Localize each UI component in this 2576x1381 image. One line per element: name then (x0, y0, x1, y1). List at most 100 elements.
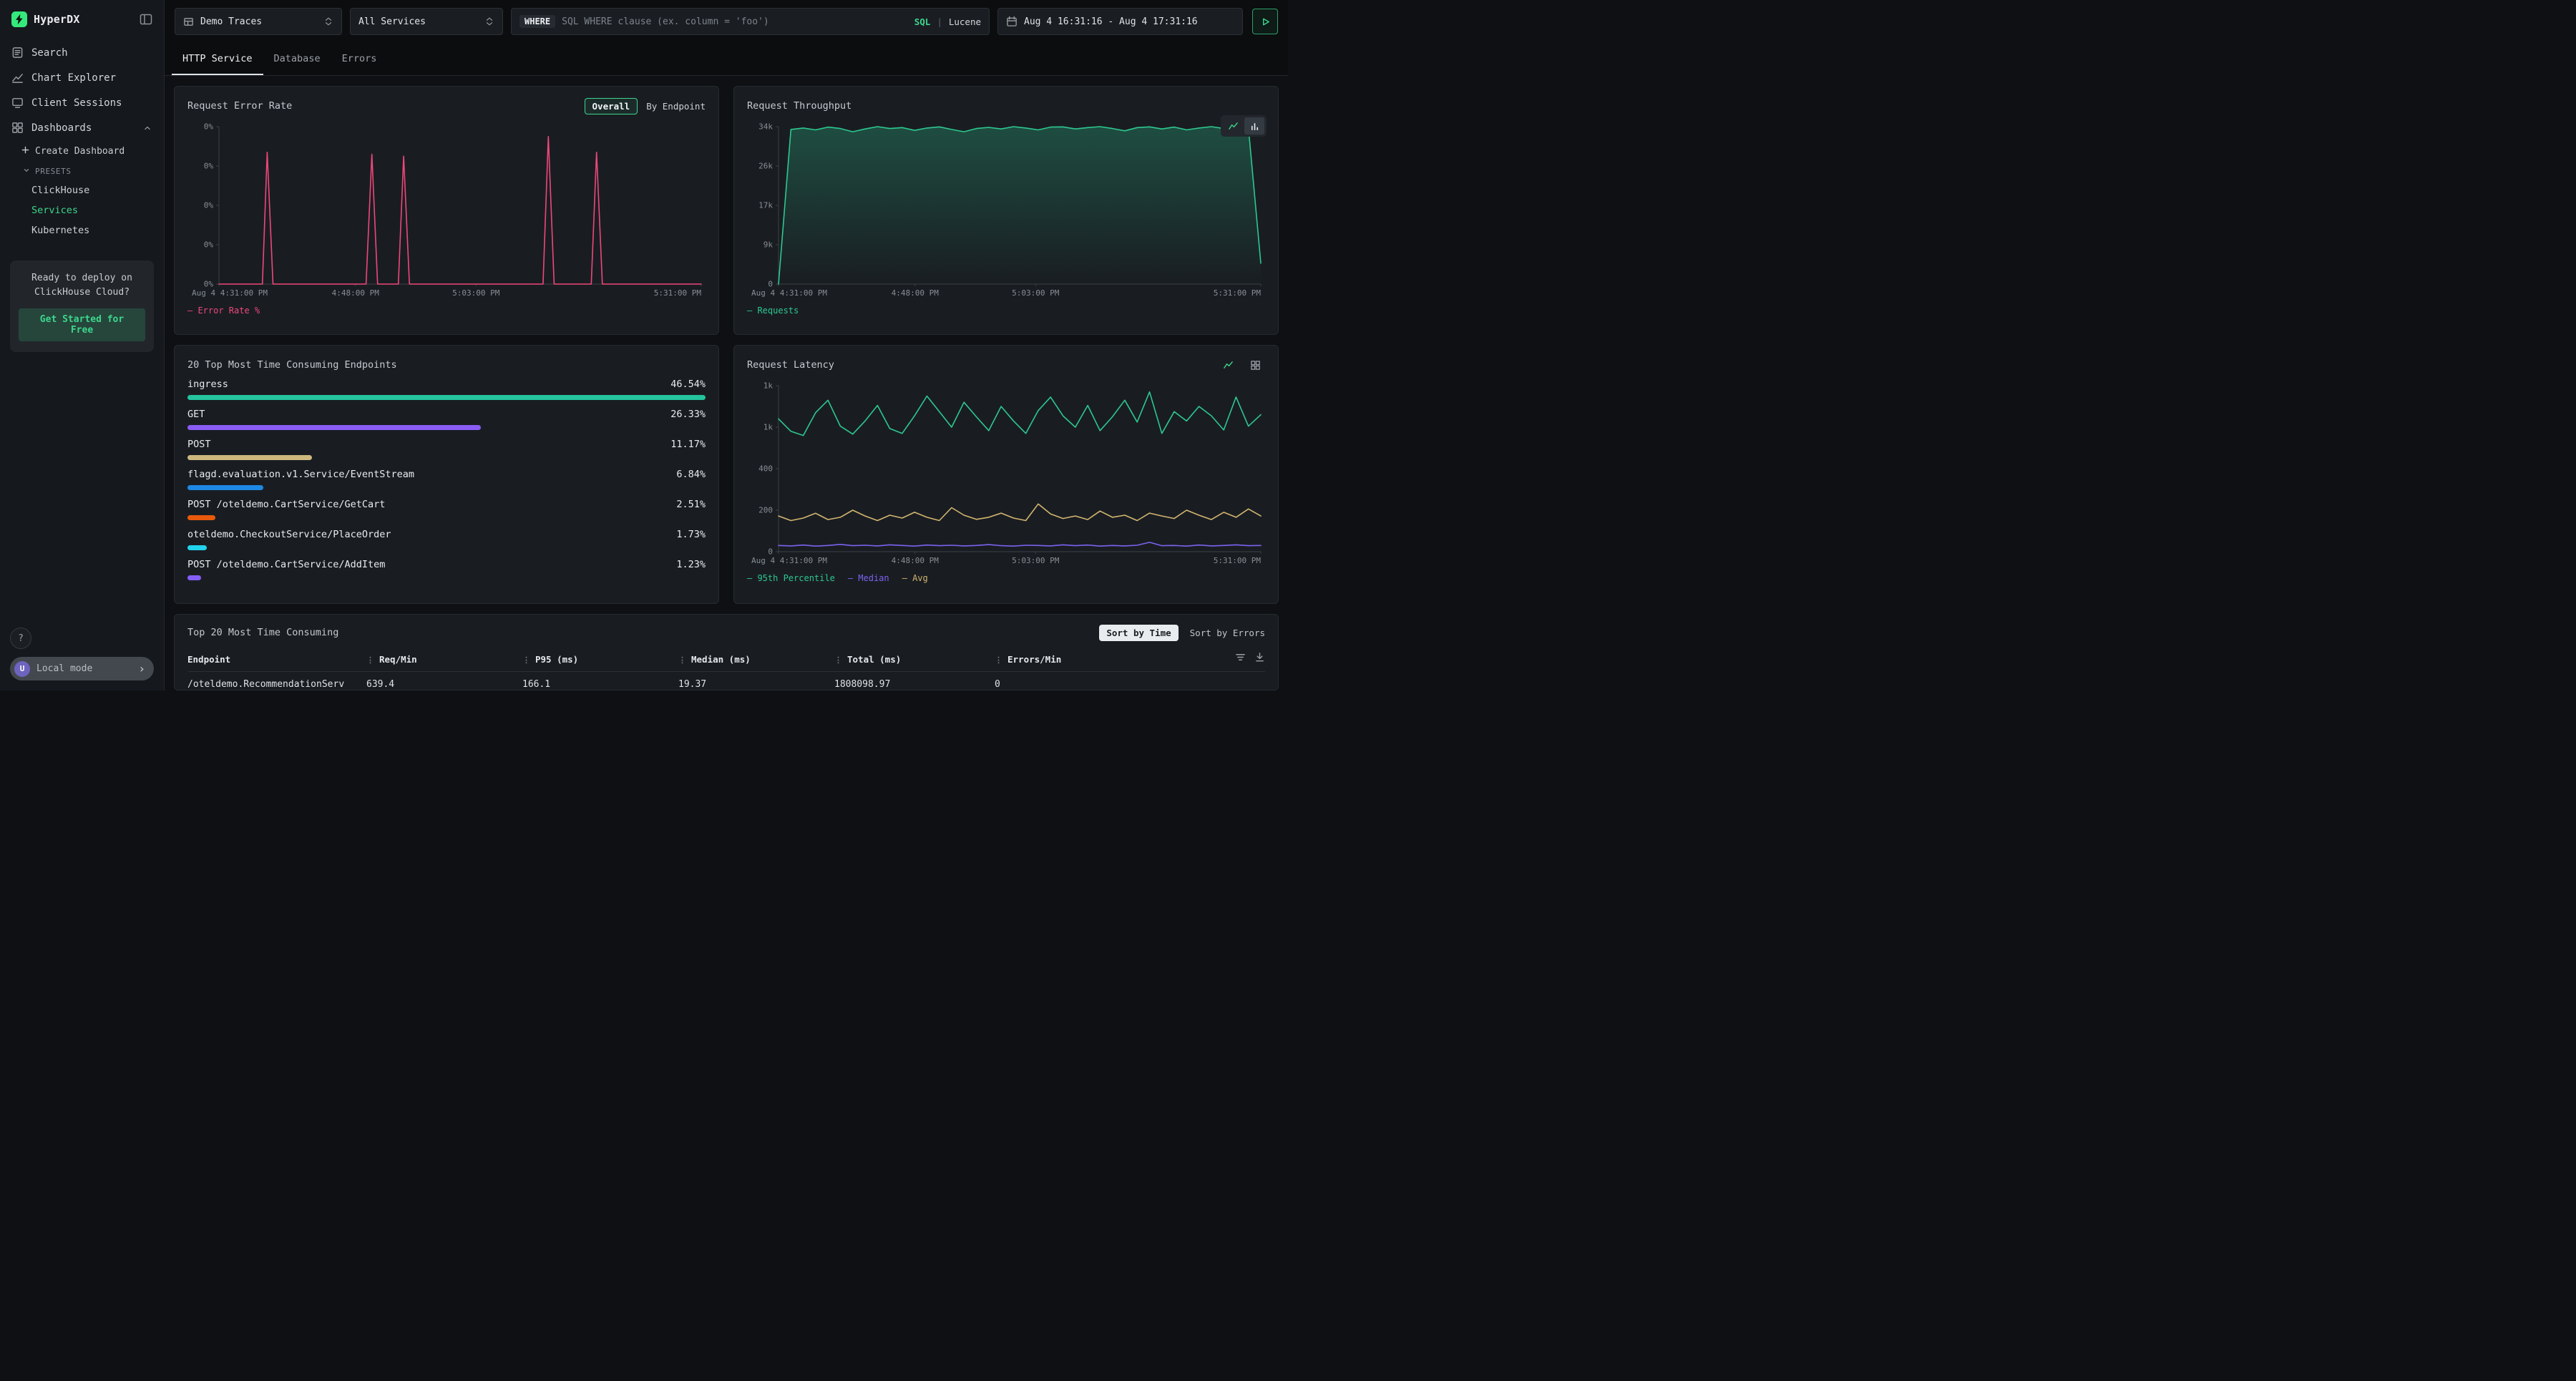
legend-item: — Avg (902, 573, 928, 583)
tab-http-service[interactable]: HTTP Service (172, 43, 263, 75)
endpoint-bar (187, 575, 201, 580)
column-drag-icon: ⋮ (995, 655, 1002, 665)
endpoint-percent: 46.54% (670, 379, 706, 390)
by-endpoint-toggle[interactable]: By Endpoint (646, 101, 706, 112)
chevron-up-icon (142, 123, 152, 133)
svg-text:400: 400 (758, 464, 773, 474)
svg-text:5:31:00 PM: 5:31:00 PM (654, 288, 702, 298)
table-column-header[interactable]: ⋮P95 (ms) (522, 648, 678, 672)
legend-item: — Median (848, 573, 889, 583)
source-select[interactable]: Demo Traces (175, 8, 342, 35)
filter-icon[interactable] (1235, 652, 1246, 665)
bar-chart-icon[interactable] (1244, 117, 1264, 135)
sidebar-item-clickhouse[interactable]: ClickHouse (0, 180, 164, 200)
endpoint-bar-item[interactable]: POST /oteldemo.CartService/AddItem1.23% (187, 559, 706, 580)
nav-label: Chart Explorer (31, 72, 116, 84)
table-column-header[interactable]: ⋮Errors/Min (995, 648, 1265, 672)
clickhouse-cloud-promo: Ready to deploy on ClickHouse Cloud? Get… (10, 260, 154, 352)
run-query-button[interactable] (1252, 9, 1278, 34)
table-column-header[interactable]: Endpoint (187, 648, 366, 672)
throughput-legend: — Requests (747, 306, 1265, 316)
heatmap-chart-icon[interactable] (1245, 356, 1265, 374)
help-button[interactable]: ? (10, 628, 31, 649)
sidebar-item-services[interactable]: Services (0, 200, 164, 220)
chevron-down-icon (23, 167, 30, 176)
time-range-value: Aug 4 16:31:16 - Aug 4 17:31:16 (1024, 16, 1198, 27)
svg-text:4:48:00 PM: 4:48:00 PM (892, 288, 940, 298)
table-cell: 1808098.97 (834, 672, 995, 691)
table-cell: 639.4 (366, 672, 522, 691)
table-cell: 0 (995, 672, 1265, 691)
sql-mode-toggle[interactable]: SQL (914, 16, 931, 27)
sidebar-nav: Search Chart Explorer Client Sessions Da… (0, 40, 164, 240)
overall-toggle[interactable]: Overall (585, 98, 638, 114)
endpoint-bars: ingress 46.54% GET26.33% POST11.17% flagd.ev… (187, 379, 706, 580)
hyperdx-logo[interactable]: HyperDX (11, 11, 80, 27)
svg-text:0%: 0% (204, 240, 214, 250)
endpoint-table-body: /oteldemo.RecommendationServ639.4166.119… (187, 672, 1265, 691)
sort-by-errors-button[interactable]: Sort by Errors (1190, 628, 1265, 638)
line-chart-icon[interactable] (1223, 117, 1243, 135)
table-row[interactable]: /oteldemo.RecommendationServ639.4166.119… (187, 672, 1265, 691)
presets-toggle[interactable]: PRESETS (0, 162, 164, 180)
select-chevrons-icon (323, 16, 333, 27)
get-started-button[interactable]: Get Started for Free (19, 308, 145, 341)
svg-text:5:03:00 PM: 5:03:00 PM (452, 288, 500, 298)
tab-database[interactable]: Database (263, 43, 331, 75)
line-chart-icon[interactable] (1218, 356, 1238, 374)
table-tools (1235, 652, 1265, 665)
endpoint-bar-item[interactable]: GET26.33% (187, 409, 706, 430)
sidebar-item-dashboards[interactable]: Dashboards (0, 115, 164, 140)
table-icon (183, 16, 194, 27)
local-mode-button[interactable]: U Local mode › (10, 657, 154, 680)
search-input[interactable] (562, 16, 908, 27)
table-column-header[interactable]: ⋮Req/Min (366, 648, 522, 672)
endpoint-label: ingress (187, 379, 228, 390)
svg-text:1k: 1k (763, 423, 774, 432)
sidebar-collapse-icon[interactable] (140, 13, 152, 26)
endpoint-bar-item[interactable]: oteldemo.CheckoutService/PlaceOrder1.73% (187, 529, 706, 550)
endpoint-percent: 1.73% (676, 529, 706, 540)
card-title: Request Error Rate (187, 100, 292, 112)
sidebar-item-chart-explorer[interactable]: Chart Explorer (0, 65, 164, 90)
where-search-control[interactable]: WHERE SQL | Lucene (511, 8, 990, 35)
calendar-icon (1006, 16, 1018, 27)
endpoint-bar (187, 455, 312, 460)
svg-text:5:31:00 PM: 5:31:00 PM (1214, 556, 1262, 565)
svg-text:5:31:00 PM: 5:31:00 PM (1214, 288, 1262, 298)
sidebar-item-kubernetes[interactable]: Kubernetes (0, 220, 164, 240)
client-sessions-icon (11, 97, 24, 109)
sidebar-item-search[interactable]: Search (0, 40, 164, 65)
svg-text:9k: 9k (763, 240, 774, 250)
table-column-header[interactable]: ⋮Median (ms) (678, 648, 834, 672)
table-cell: /oteldemo.RecommendationServ (187, 672, 366, 691)
card-title: 20 Top Most Time Consuming Endpoints (187, 359, 397, 371)
svg-text:5:03:00 PM: 5:03:00 PM (1012, 288, 1060, 298)
endpoint-bar-item[interactable]: flagd.evaluation.v1.Service/EventStream6… (187, 469, 706, 490)
service-select[interactable]: All Services (350, 8, 503, 35)
error-rate-legend: — Error Rate % (187, 306, 706, 316)
sort-by-time-button[interactable]: Sort by Time (1099, 625, 1178, 641)
tab-errors[interactable]: Errors (331, 43, 388, 75)
create-dashboard-button[interactable]: Create Dashboard (0, 140, 164, 162)
endpoint-bar-item[interactable]: ingress 46.54% (187, 379, 706, 400)
svg-text:17k: 17k (758, 201, 773, 210)
svg-text:Aug 4 4:31:00 PM: Aug 4 4:31:00 PM (751, 288, 827, 298)
sidebar-item-client-sessions[interactable]: Client Sessions (0, 90, 164, 115)
mode-label: Local mode (36, 663, 132, 674)
legend-item: — Requests (747, 306, 799, 316)
endpoint-percent: 11.17% (670, 439, 706, 450)
download-icon[interactable] (1254, 652, 1265, 665)
create-dashboard-label: Create Dashboard (35, 146, 125, 157)
topbar: Demo Traces All Services WHERE SQL | Luc… (165, 0, 1288, 43)
svg-text:Aug 4 4:31:00 PM: Aug 4 4:31:00 PM (751, 556, 827, 565)
lucene-mode-toggle[interactable]: Lucene (949, 16, 981, 27)
time-range-picker[interactable]: Aug 4 16:31:16 - Aug 4 17:31:16 (997, 8, 1243, 35)
endpoint-bar-item[interactable]: POST /oteldemo.CartService/GetCart2.51% (187, 499, 706, 520)
endpoints-table-card: Top 20 Most Time Consuming Sort by Time … (174, 614, 1279, 690)
table-column-header[interactable]: ⋮Total (ms) (834, 648, 995, 672)
legend-item: — Error Rate % (187, 306, 260, 316)
svg-text:1k: 1k (763, 381, 774, 391)
endpoint-bar-item[interactable]: POST11.17% (187, 439, 706, 460)
table-cell: 19.37 (678, 672, 834, 691)
